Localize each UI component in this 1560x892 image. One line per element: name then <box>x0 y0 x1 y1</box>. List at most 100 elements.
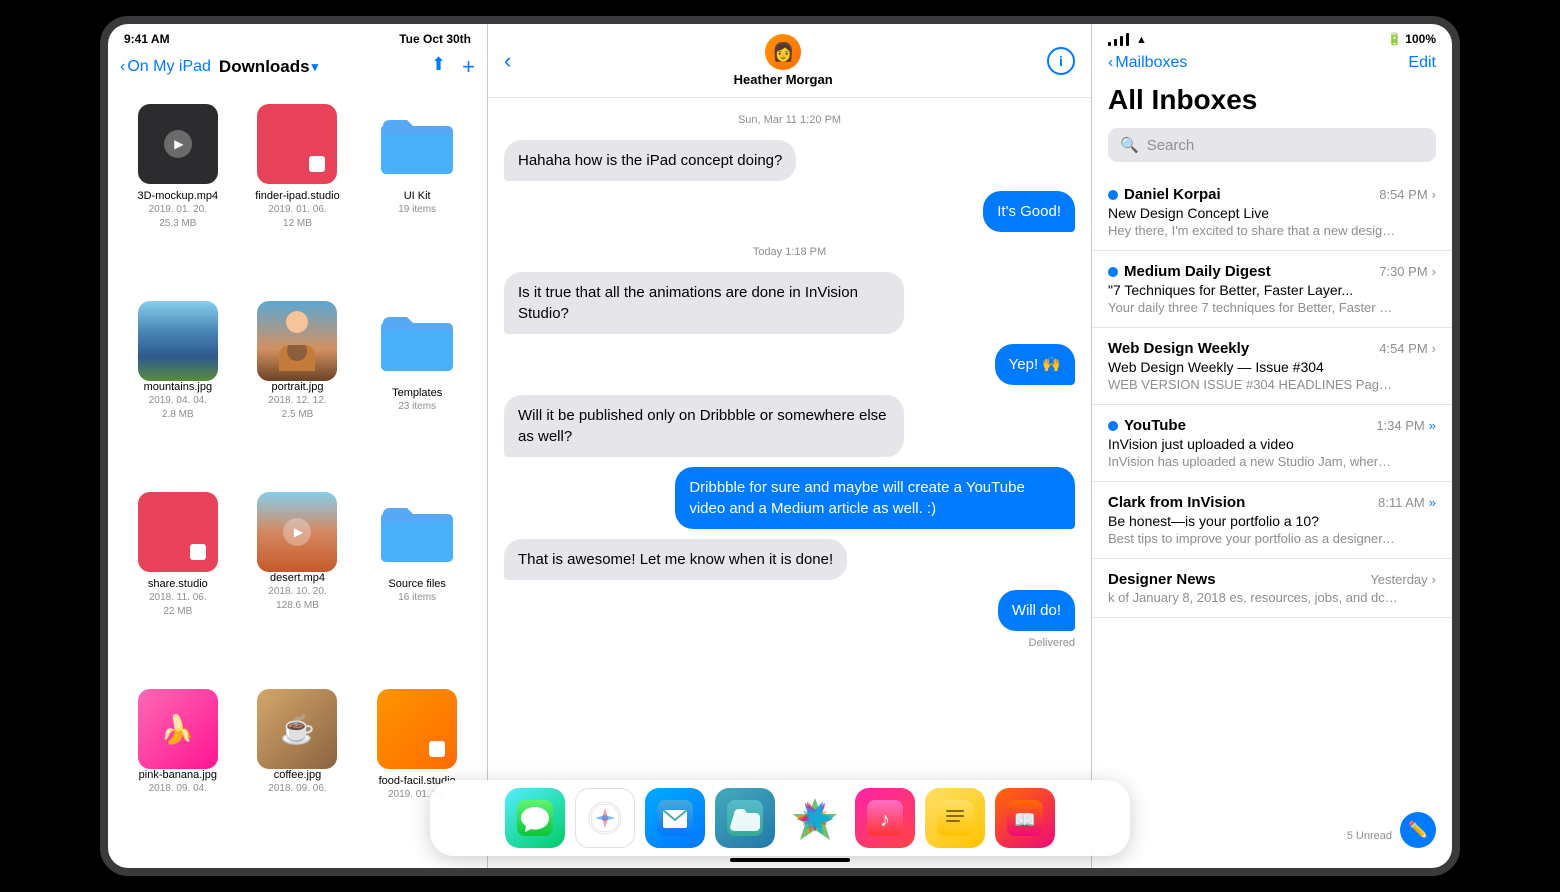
message-time-1: Sun, Mar 11 1:20 PM <box>504 114 1075 126</box>
files-icon <box>727 800 763 836</box>
file-name-share: share.studio <box>148 578 208 591</box>
file-icon-templates-folder <box>377 301 457 381</box>
file-icon-desert: ▶ <box>257 492 337 572</box>
dock-icon-safari <box>575 788 635 848</box>
dock-item-files[interactable] <box>715 788 775 848</box>
mail-time-2: 7:30 PM › <box>1379 264 1436 279</box>
file-item-share-studio[interactable]: share.studio 2018. 11. 06.22 MB <box>120 484 236 677</box>
dock-item-messages[interactable] <box>505 788 565 848</box>
file-name-3d: 3D-mockup.mp4 <box>137 190 218 203</box>
file-icon-video: ▶ <box>138 104 218 184</box>
file-name-portrait: portrait.jpg <box>272 381 324 394</box>
file-meta-finder: 2019. 01. 06.12 MB <box>268 203 326 231</box>
svg-text:📖: 📖 <box>1014 810 1036 830</box>
downloads-title: Downloads ▾ <box>219 57 318 77</box>
file-meta-coffee: 2018. 09. 06. <box>268 782 326 796</box>
file-item-finder-ipad[interactable]: finder-ipad.studio 2019. 01. 06.12 MB <box>240 96 356 289</box>
signal-bar-2 <box>1114 39 1117 46</box>
files-nav: ‹ On My iPad Downloads ▾ ⬆ + <box>108 50 487 88</box>
dock-item-books[interactable]: 📖 <box>995 788 1055 848</box>
file-name-desert: desert.mp4 <box>270 572 325 585</box>
file-name-uikit: UI Kit <box>404 190 431 203</box>
file-item-3d-mockup[interactable]: ▶ 3D-mockup.mp4 2019. 01. 20.25.3 MB <box>120 96 236 289</box>
signal-bar-4 <box>1126 33 1129 46</box>
file-meta-share: 2018. 11. 06.22 MB <box>149 591 207 619</box>
file-item-pink-banana[interactable]: 🍌 pink-banana.jpg 2018. 09. 04. <box>120 681 236 860</box>
signal-bar-3 <box>1120 36 1123 46</box>
mail-chevron-left: ‹ <box>1108 54 1113 72</box>
studio-dot <box>309 156 325 172</box>
dock-icon-photos <box>785 788 845 848</box>
dock-item-music[interactable]: ♪ <box>855 788 915 848</box>
file-name-finder: finder-ipad.studio <box>255 190 339 203</box>
mail-sender-2: Medium Daily Digest <box>1108 263 1271 280</box>
mail-item-header-1: Daniel Korpai 8:54 PM › <box>1108 186 1436 203</box>
contact-avatar: 👩 <box>765 34 801 70</box>
mail-back-button[interactable]: ‹ Mailboxes <box>1108 54 1187 72</box>
mail-item-clark[interactable]: Clark from InVision 8:11 AM » Be honest—… <box>1092 482 1452 559</box>
dock-item-safari[interactable] <box>575 788 635 848</box>
messages-icon <box>517 800 553 836</box>
mail-item-youtube[interactable]: YouTube 1:34 PM » InVision just uploaded… <box>1092 405 1452 482</box>
mail-search[interactable]: 🔍 Search <box>1108 128 1436 162</box>
share-icon[interactable]: ⬆ <box>431 54 446 80</box>
mail-item-medium[interactable]: Medium Daily Digest 7:30 PM › "7 Techniq… <box>1092 251 1452 328</box>
dock-icon-messages <box>505 788 565 848</box>
files-back-button[interactable]: ‹ On My iPad <box>120 58 211 76</box>
mail-time-6: Yesterday › <box>1370 572 1436 587</box>
add-icon[interactable]: + <box>462 54 475 80</box>
dock-icon-mail <box>645 788 705 848</box>
file-item-templates[interactable]: Templates 23 items <box>359 293 475 480</box>
message-bubble-3: Is it true that all the animations are d… <box>504 272 904 334</box>
files-time: 9:41 AM <box>124 32 170 46</box>
file-item-desert[interactable]: ▶ desert.mp4 2018. 10. 20.128.6 MB <box>240 484 356 677</box>
files-status-bar: 9:41 AM Tue Oct 30th <box>108 24 487 50</box>
file-item-mountains[interactable]: mountains.jpg 2019. 04. 04.2.8 MB <box>120 293 236 480</box>
dock-item-notes[interactable] <box>925 788 985 848</box>
unread-dot-1 <box>1108 190 1118 200</box>
battery-icon: 🔋 <box>1387 32 1402 46</box>
chevron-right-icon-6: › <box>1432 572 1436 587</box>
file-meta-portrait: 2018. 12. 12.2.5 MB <box>268 394 326 422</box>
mail-sender-5: Clark from InVision <box>1108 494 1245 511</box>
mail-item-header-2: Medium Daily Digest 7:30 PM › <box>1108 263 1436 280</box>
mail-item-header-3: Web Design Weekly 4:54 PM › <box>1108 340 1436 357</box>
mail-preview-4: InVision has uploaded a new Studio Jam, … <box>1108 454 1398 469</box>
file-icon-share-studio <box>138 492 218 572</box>
file-meta-3d: 2019. 01. 20.25.3 MB <box>149 203 207 231</box>
wifi-icon: ▲ <box>1136 34 1147 46</box>
screen-content: 9:41 AM Tue Oct 30th ‹ On My iPad Downlo… <box>108 24 1452 868</box>
file-meta-mountains: 2019. 04. 04.2.8 MB <box>149 394 207 422</box>
file-item-coffee[interactable]: ☕ coffee.jpg 2018. 09. 06. <box>240 681 356 860</box>
mail-sender-6: Designer News <box>1108 571 1216 588</box>
compose-button[interactable]: ✏️ <box>1400 812 1436 848</box>
mail-icon <box>657 800 693 836</box>
message-bubble-4: Yep! 🙌 <box>995 344 1075 385</box>
dock-icon-files <box>715 788 775 848</box>
mail-subject-4: InVision just uploaded a video <box>1108 436 1436 452</box>
file-item-portrait[interactable]: portrait.jpg 2018. 12. 12.2.5 MB <box>240 293 356 480</box>
messages-scroll[interactable]: Sun, Mar 11 1:20 PM Hahaha how is the iP… <box>488 98 1091 852</box>
folder-svg <box>379 112 455 176</box>
file-name-source: Source files <box>388 578 445 591</box>
file-icon-food-studio <box>377 689 457 769</box>
notes-icon <box>937 800 973 836</box>
dock-item-photos[interactable] <box>785 788 845 848</box>
contact-info-button[interactable]: i <box>1047 47 1075 75</box>
play-icon: ▶ <box>164 130 192 158</box>
files-panel: 9:41 AM Tue Oct 30th ‹ On My iPad Downlo… <box>108 24 488 868</box>
file-item-source-files[interactable]: Source files 16 items <box>359 484 475 677</box>
dropdown-chevron-icon: ▾ <box>312 59 319 75</box>
mail-item-daniel[interactable]: Daniel Korpai 8:54 PM › New Design Conce… <box>1092 174 1452 251</box>
messages-back-button[interactable]: ‹ <box>504 48 511 74</box>
dock-icon-music: ♪ <box>855 788 915 848</box>
message-bubble-6: Dribbble for sure and maybe will create … <box>675 467 1075 529</box>
books-icon: 📖 <box>1007 800 1043 836</box>
file-item-ui-kit[interactable]: UI Kit 19 items <box>359 96 475 289</box>
downloads-label: Downloads <box>219 57 310 77</box>
mail-nav: ‹ Mailboxes Edit <box>1092 50 1452 80</box>
mail-item-designer-news[interactable]: Designer News Yesterday › k of January 8… <box>1092 559 1452 618</box>
mail-item-webdesign[interactable]: Web Design Weekly 4:54 PM › Web Design W… <box>1092 328 1452 405</box>
mail-edit-button[interactable]: Edit <box>1408 54 1436 72</box>
dock-item-mail[interactable] <box>645 788 705 848</box>
